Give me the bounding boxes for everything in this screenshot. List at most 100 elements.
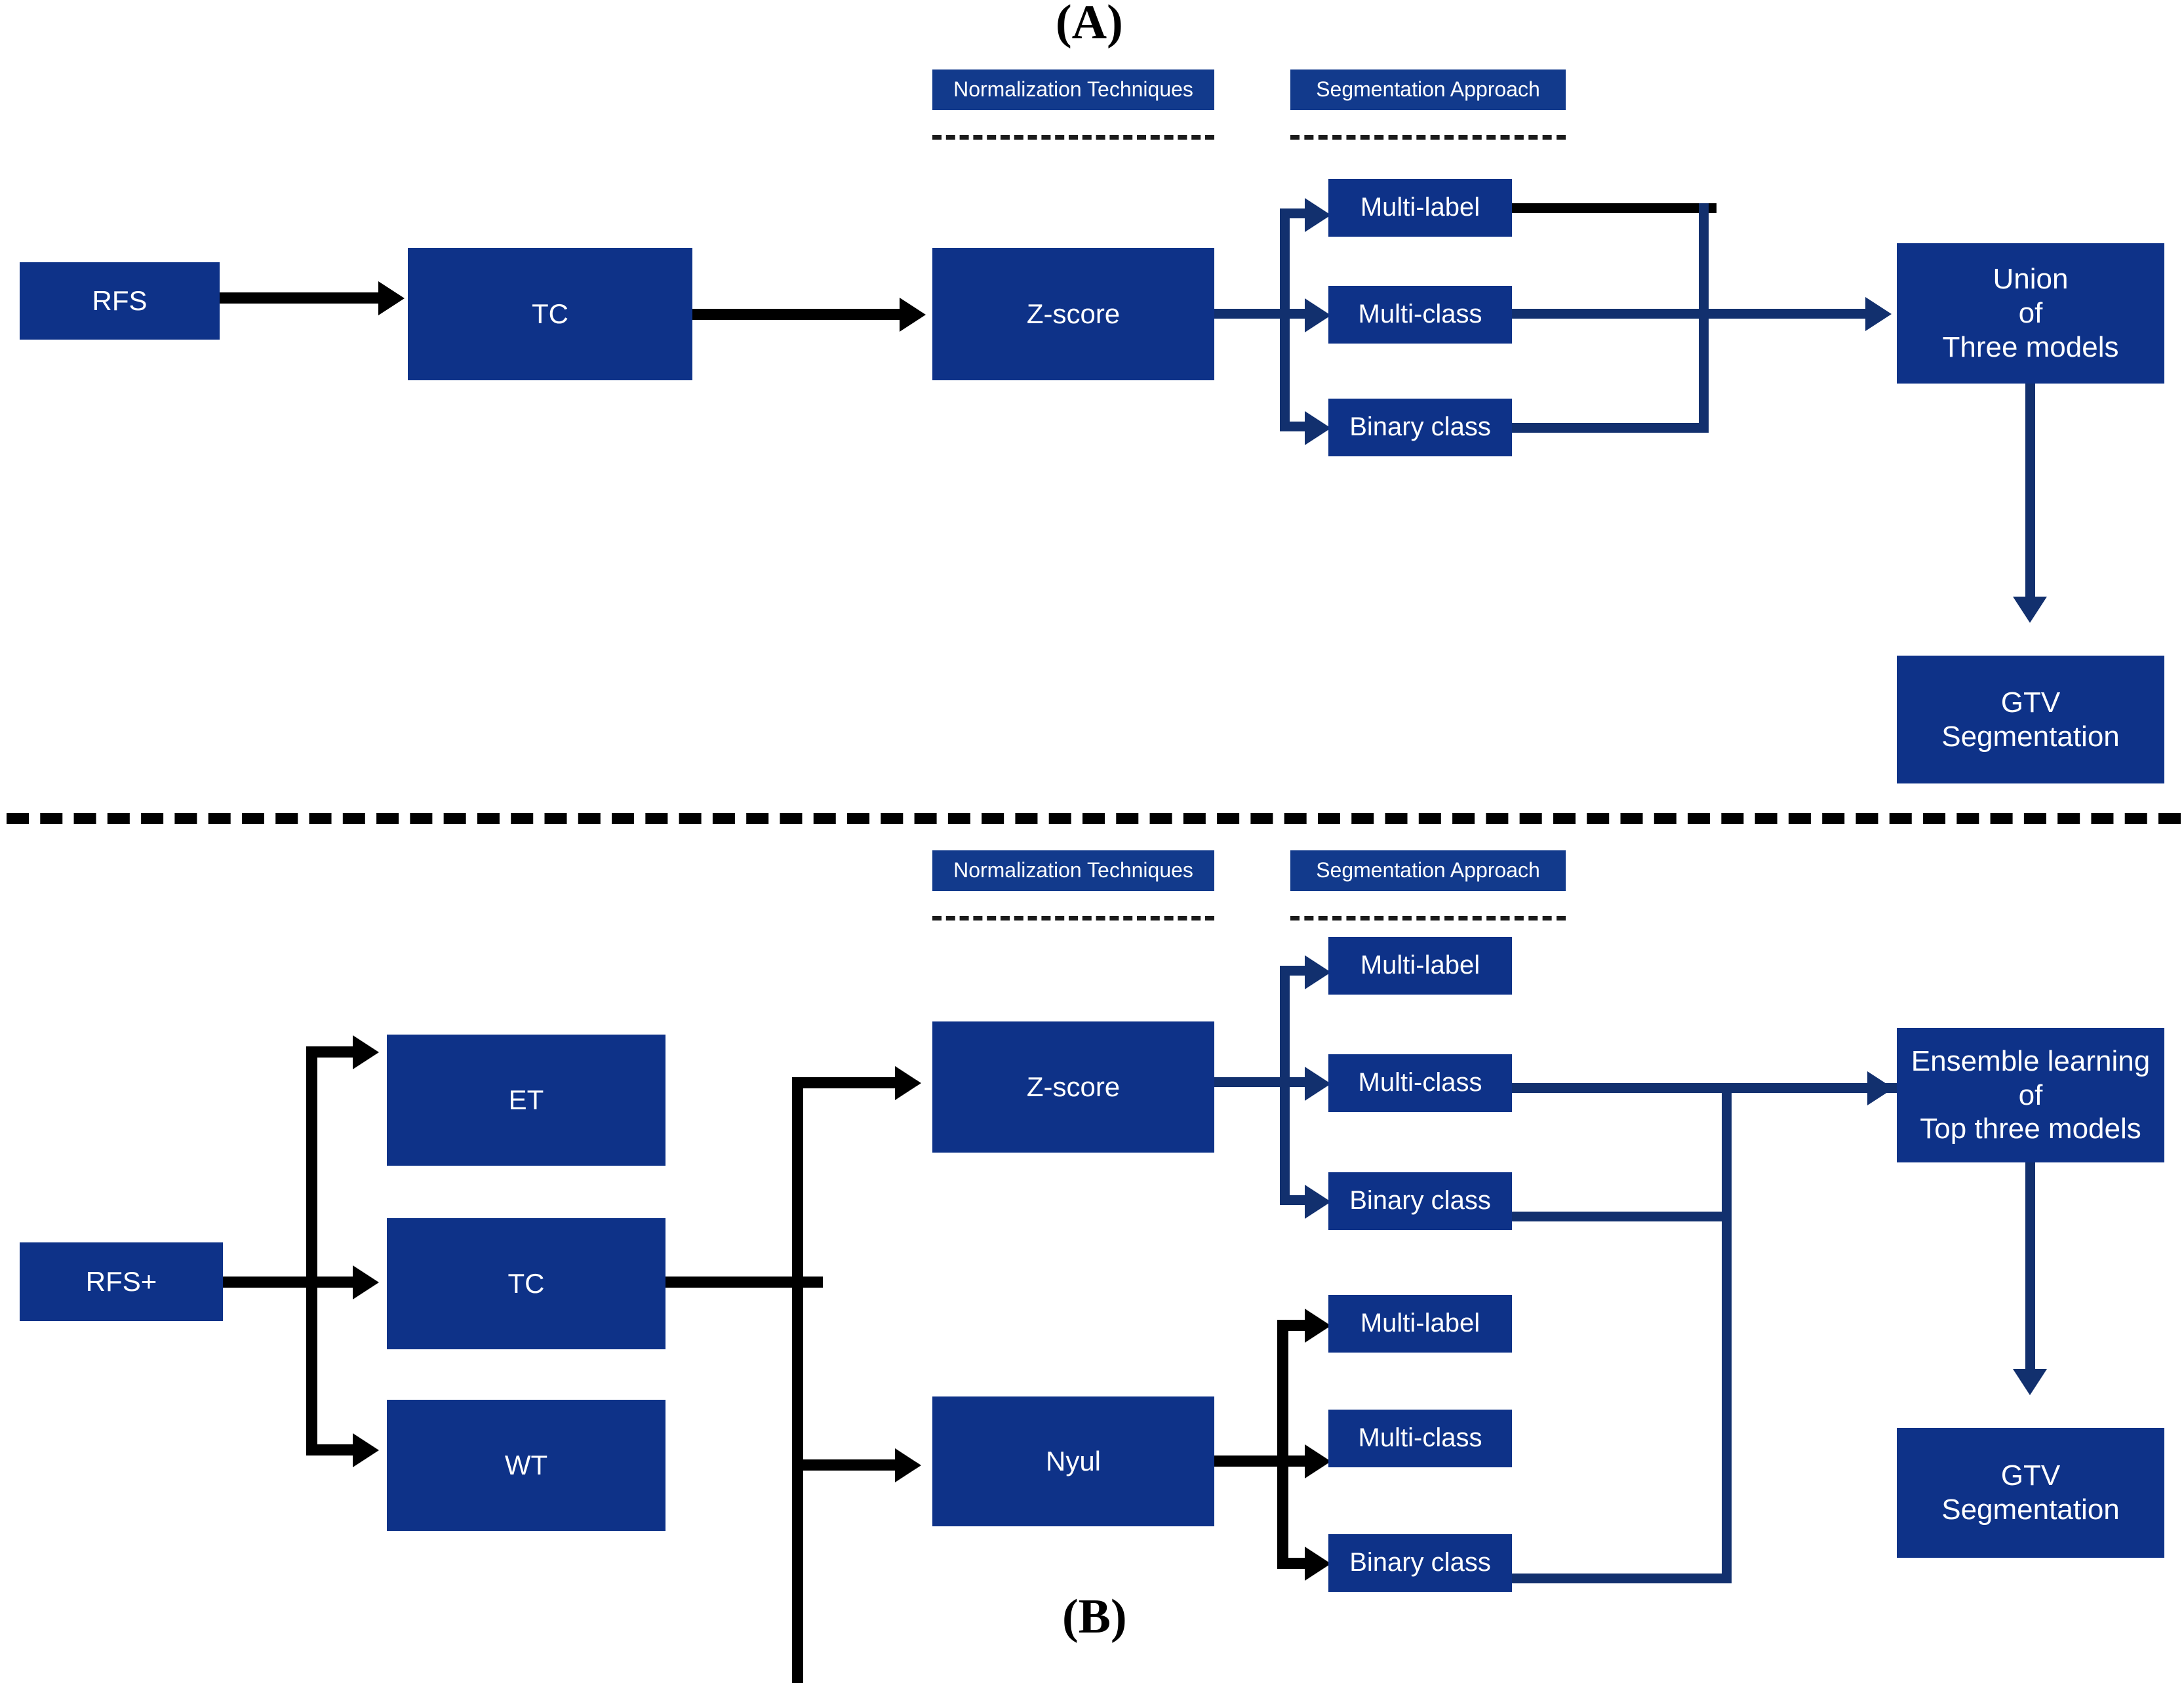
panel-a-arrowhead-tc-to-zscore — [900, 298, 926, 332]
panel-b-label: (B) — [1062, 1590, 1127, 1644]
panel-b-arrowhead-wt — [353, 1433, 379, 1467]
panel-a-seg-label-2: Binary class — [1349, 412, 1491, 442]
panel-b-norm-branch-nyul — [792, 1459, 900, 1471]
panel-b-zseg-label-0: Multi-label — [1360, 951, 1480, 980]
panel-a-header-segmentation: Segmentation Approach — [1290, 69, 1566, 110]
panel-divider — [7, 813, 2181, 824]
panel-b-split-vertical — [306, 1046, 317, 1455]
panel-b-region-box-et: ET — [387, 1035, 665, 1166]
panel-b-zscore-stub — [1214, 1077, 1286, 1087]
panel-a-edge-zscore-stub — [1214, 309, 1286, 319]
panel-a-input-box: RFS — [20, 262, 220, 340]
panel-a-arrowhead-to-union — [1865, 297, 1892, 331]
panel-b-header-segmentation-rule — [1290, 916, 1566, 921]
panel-b-nseg-box-binary-class: Binary class — [1328, 1534, 1512, 1592]
panel-b-nseg-box-multi-class: Multi-class — [1328, 1410, 1512, 1467]
panel-b-zscore-box: Z-score — [932, 1021, 1214, 1153]
panel-b-nseg-label-1: Multi-class — [1358, 1423, 1482, 1453]
panel-a-seg-box-binary-class: Binary class — [1328, 399, 1512, 456]
panel-b-arrowhead-fusion-to-output — [2013, 1369, 2047, 1395]
panel-b-zseg-label-2: Binary class — [1349, 1186, 1491, 1216]
panel-b-arrowhead-n-binary — [1305, 1547, 1331, 1581]
panel-b-header-segmentation: Segmentation Approach — [1290, 850, 1566, 891]
panel-a-seg-label-1: Multi-class — [1358, 300, 1482, 329]
panel-b-output-box: GTV Segmentation — [1897, 1428, 2164, 1558]
panel-a-fusion-box: Union of Three models — [1897, 243, 2164, 384]
panel-b-arrowhead-tc — [353, 1265, 379, 1299]
panel-b-region-label-0: ET — [508, 1084, 544, 1116]
panel-b-nseg-box-multi-label: Multi-label — [1328, 1295, 1512, 1353]
panel-b-arrowhead-nyul — [895, 1448, 921, 1482]
panel-a-collector-bottom — [1512, 423, 1709, 433]
panel-b-edge-input-stub — [223, 1277, 315, 1288]
panel-b-zseg-box-binary-class: Binary class — [1328, 1172, 1512, 1230]
panel-b-header-normalization-rule — [932, 916, 1214, 921]
panel-a-fanout-vertical — [1280, 208, 1290, 431]
panel-b-zscore-label: Z-score — [1026, 1071, 1121, 1103]
panel-b-region-box-tc: TC — [387, 1218, 665, 1349]
panel-b-zseg-label-1: Multi-class — [1358, 1068, 1482, 1098]
panel-b-collector-to-fusion — [1512, 1083, 1902, 1093]
panel-a-header-segmentation-rule — [1290, 135, 1566, 140]
panel-b-nyul-stub — [1214, 1455, 1286, 1467]
panel-b-zseg-box-multi-label: Multi-label — [1328, 937, 1512, 995]
panel-a-fusion-label: Union of Three models — [1942, 263, 2119, 363]
panel-b-header-normalization: Normalization Techniques — [932, 850, 1214, 891]
panel-b-input-label: RFS+ — [85, 1266, 157, 1297]
panel-b-nyul-box: Nyul — [932, 1396, 1214, 1526]
panel-a-header-normalization: Normalization Techniques — [932, 69, 1214, 110]
panel-a-edge-fusion-to-output — [2025, 384, 2035, 600]
panel-b-fusion-box: Ensemble learning of Top three models — [1897, 1028, 2164, 1162]
panel-b-fusion-label: Ensemble learning of Top three models — [1911, 1044, 2151, 1145]
panel-a-header-normalization-rule — [932, 135, 1214, 140]
panel-a-arrowhead-input-to-tc — [378, 281, 405, 315]
panel-a-header-normalization-label: Normalization Techniques — [953, 77, 1193, 102]
panel-a-tc-box: TC — [408, 248, 692, 380]
panel-a-edge-input-to-tc — [220, 292, 384, 304]
panel-b-nyul-fanout-vertical — [1277, 1320, 1288, 1569]
panel-b-nseg-label-2: Binary class — [1349, 1548, 1491, 1577]
panel-b-arrowhead-to-fusion — [1867, 1071, 1894, 1105]
panel-a-edge-tc-to-zscore — [692, 309, 902, 320]
panel-a-label: (A) — [1056, 0, 1123, 49]
panel-a-arrowhead-binary — [1305, 411, 1331, 445]
panel-a-zscore-box: Z-score — [932, 248, 1214, 380]
panel-b-edge-fusion-to-output — [2025, 1162, 2035, 1372]
panel-a-collector-to-union — [1512, 309, 1879, 319]
panel-a-header-segmentation-label: Segmentation Approach — [1316, 77, 1540, 102]
panel-b-arrowhead-zscore — [895, 1066, 921, 1100]
panel-a-output-label: GTV Segmentation — [1941, 686, 2120, 753]
panel-a-seg-label-0: Multi-label — [1360, 193, 1480, 222]
panel-b-arrowhead-z-multiclass — [1305, 1067, 1331, 1101]
panel-b-region-box-wt: WT — [387, 1400, 665, 1531]
panel-b-header-segmentation-label: Segmentation Approach — [1316, 858, 1540, 882]
panel-b-arrowhead-n-multilabel — [1305, 1309, 1331, 1343]
panel-b-arrowhead-z-binary — [1305, 1185, 1331, 1219]
panel-b-nyul-label: Nyul — [1045, 1446, 1102, 1477]
panel-b-arrowhead-z-multilabel — [1305, 955, 1331, 989]
panel-a-tc-label: TC — [532, 298, 568, 330]
panel-b-collector-vertical — [1722, 1083, 1732, 1583]
panel-b-region-label-1: TC — [507, 1268, 545, 1299]
panel-b-zseg-box-multi-class: Multi-class — [1328, 1054, 1512, 1112]
panel-b-norm-branch-zscore — [792, 1077, 900, 1088]
panel-b-arrowhead-et — [353, 1035, 379, 1069]
panel-b-collector-nyul-binary — [1512, 1574, 1732, 1583]
panel-b-input-box: RFS+ — [20, 1242, 223, 1321]
panel-b-norm-split-vertical — [792, 1077, 803, 1683]
panel-a-input-label: RFS — [92, 285, 148, 317]
panel-a-arrowhead-multilabel — [1305, 198, 1331, 232]
panel-a-zscore-label: Z-score — [1026, 298, 1121, 330]
panel-b-output-label: GTV Segmentation — [1941, 1459, 2120, 1526]
panel-a-arrowhead-fusion-to-output — [2013, 597, 2047, 623]
panel-a-collector-top — [1512, 203, 1717, 213]
panel-b-region-label-2: WT — [504, 1450, 548, 1481]
figure-canvas: (A) Normalization Techniques Segmentatio… — [0, 0, 2184, 1683]
panel-a-arrowhead-multiclass — [1305, 298, 1331, 332]
panel-a-output-box: GTV Segmentation — [1897, 656, 2164, 783]
panel-b-collector-zscore-binary — [1512, 1212, 1732, 1221]
panel-b-header-normalization-label: Normalization Techniques — [953, 858, 1193, 882]
panel-a-seg-box-multi-label: Multi-label — [1328, 179, 1512, 237]
panel-b-nseg-label-0: Multi-label — [1360, 1309, 1480, 1338]
panel-b-arrowhead-n-multiclass — [1305, 1444, 1331, 1478]
